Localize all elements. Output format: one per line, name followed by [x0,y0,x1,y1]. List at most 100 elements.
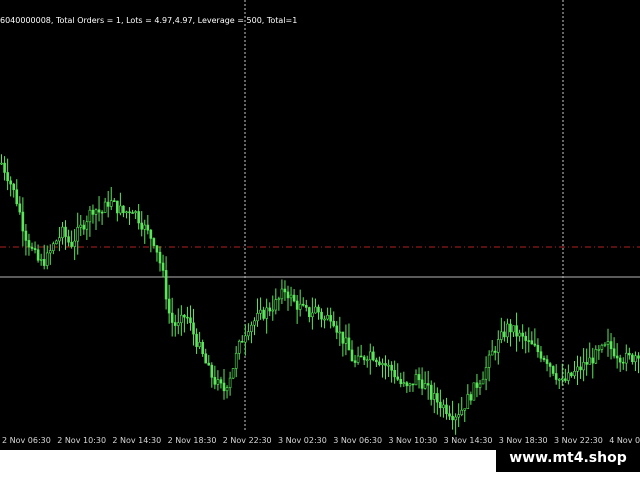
candle-body [167,298,171,314]
candle-body [423,383,427,389]
candle-body [487,354,491,368]
candle-body [384,363,387,366]
candle-body [201,341,204,355]
candle-body [317,306,320,313]
candle-body [295,300,299,310]
candle-body [259,309,262,314]
candle-body [560,378,564,381]
candle-body [396,376,400,380]
candle-body [460,409,464,415]
candle-body [228,377,232,389]
candle-body [579,366,582,371]
candle-body [573,371,576,377]
candle-body [292,294,296,302]
candle-body [289,294,293,299]
candle-body [356,355,360,363]
candle-body [533,343,537,346]
candle-body [326,315,329,320]
candle-body [70,241,73,247]
candle-body [518,332,521,337]
candle-body [308,307,311,318]
candle-body [515,325,518,337]
candle-body [362,356,366,361]
candle-body [368,351,372,361]
candle-body [103,201,107,213]
candle-body [116,200,119,214]
candle-body [582,362,585,371]
candle-body [606,341,610,345]
candle-body [283,288,287,293]
candle-body [210,364,214,378]
candle-body [621,361,625,364]
candle-body [180,314,183,324]
candle-body [3,162,6,173]
candle-body [442,404,445,409]
candle-body [262,309,265,319]
candle-body [314,306,317,314]
candle-body [39,259,43,261]
candle-body [393,369,396,378]
candle-body [301,303,305,306]
candle-body [256,313,259,322]
candle-body [624,352,628,364]
candle-body [576,366,579,372]
candle-body [274,299,278,311]
candle-body [112,200,116,202]
candle-body [387,364,390,367]
candle-body [484,367,488,380]
candle-body [420,379,424,389]
candle-body [137,211,140,224]
candle-body [545,359,549,364]
candle-body [637,355,640,359]
candle-body [335,325,339,333]
candle-body [600,344,604,350]
candle-body [332,320,336,327]
time-axis-label: 2 Nov 22:30 [222,436,272,445]
candle-body [338,331,342,334]
time-axis-label: 2 Nov 18:30 [167,436,217,445]
candle-body [134,211,137,213]
candle-body [0,162,3,165]
price-chart[interactable] [0,0,640,450]
candle-body [247,331,250,337]
candle-body [250,324,253,332]
candle-body [402,382,406,384]
watermark-text: www.mt4.shop [496,444,640,472]
candle-body [609,341,613,350]
candle-body [207,362,211,366]
candle-body [320,311,323,320]
candle-body [536,344,540,353]
candle-body [149,229,153,239]
candle-body [493,350,497,353]
candle-body [408,383,412,387]
candle-body [186,316,189,319]
candle-body [237,340,241,354]
candle-body [286,291,290,299]
candle-body [18,203,22,213]
candle-body [55,240,58,245]
candle-body [21,211,25,232]
time-axis-label: 2 Nov 14:30 [112,436,162,445]
candle-body [503,331,506,338]
candle-body [109,200,113,207]
candle-body [329,315,332,322]
candle-body [27,240,31,248]
candle-body [481,378,485,385]
candle-body [100,211,104,214]
candle-body [219,379,223,384]
candle-body [539,351,543,359]
candle-body [475,382,479,388]
candle-body [33,248,37,251]
chart-window[interactable]: 6040000008, Total Orders = 1, Lots = 4.9… [0,0,640,450]
candle-body [143,224,147,230]
candle-body [128,211,131,214]
candle-body [91,209,95,215]
candle-body [551,366,555,374]
candle-body [58,237,61,242]
candle-body [375,359,378,363]
candle-body [496,339,500,353]
candle-body [15,189,19,205]
candle-body [234,352,238,369]
candle-body [634,355,637,363]
candle-body [365,359,369,362]
